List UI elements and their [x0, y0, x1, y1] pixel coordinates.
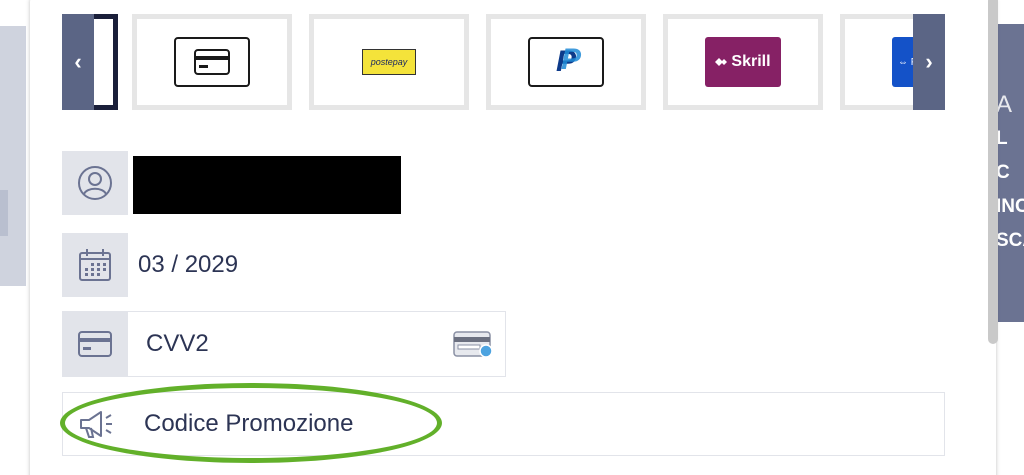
calendar-icon-box: [62, 233, 128, 297]
chevron-right-icon: ›: [925, 49, 933, 74]
calendar-icon: [79, 249, 111, 281]
carousel-prev-button[interactable]: ‹: [62, 14, 94, 110]
user-icon-box: [62, 151, 128, 215]
skrill-diamond-icon: [715, 58, 728, 66]
background-left-band: [0, 26, 26, 286]
paypal-logo: PP: [528, 37, 604, 87]
payment-method-skrill[interactable]: Skrill: [663, 14, 823, 110]
megaphone-icon: [79, 411, 112, 438]
postepay-logo: postepay: [362, 49, 416, 75]
credit-card-icon: [174, 37, 250, 87]
cvv-placeholder: CVV2: [146, 330, 209, 357]
payment-method-paypal[interactable]: PP: [486, 14, 646, 110]
payment-method-card[interactable]: [132, 14, 292, 110]
payment-method-postepay[interactable]: postepay: [309, 14, 469, 110]
carousel-next-button[interactable]: ›: [913, 14, 945, 110]
promo-code-row: Codice Promozione: [62, 392, 945, 456]
cvv-card-back-icon: [453, 331, 493, 358]
chevron-left-icon: ‹: [74, 49, 82, 74]
card-icon-box: [62, 311, 128, 377]
credit-card-icon: [78, 331, 112, 357]
expiry-field[interactable]: 03 / 2029: [128, 233, 428, 297]
cardholder-name-redacted[interactable]: [133, 156, 401, 214]
expiry-row: 03 / 2029: [62, 233, 428, 297]
user-icon: [78, 166, 112, 200]
cardholder-name-row: [62, 151, 128, 215]
background-right-text: A L C INC SCA: [996, 91, 1024, 251]
cvv-field[interactable]: CVV2: [128, 311, 506, 377]
payment-method-tile-partial[interactable]: [94, 14, 118, 110]
background-left-tab: [0, 190, 8, 236]
cvv-row: CVV2: [62, 311, 506, 377]
promo-code-field[interactable]: Codice Promozione: [128, 392, 945, 456]
promo-code-placeholder: Codice Promozione: [144, 410, 354, 437]
background-right-panel: A L C INC SCA: [996, 24, 1024, 322]
modal-scrollbar[interactable]: [988, 0, 998, 344]
skrill-logo: Skrill: [705, 37, 781, 87]
megaphone-icon-box: [62, 392, 128, 456]
payment-method-carousel: ‹ postepay PP Skrill ⇔ Pa ›: [62, 14, 945, 110]
